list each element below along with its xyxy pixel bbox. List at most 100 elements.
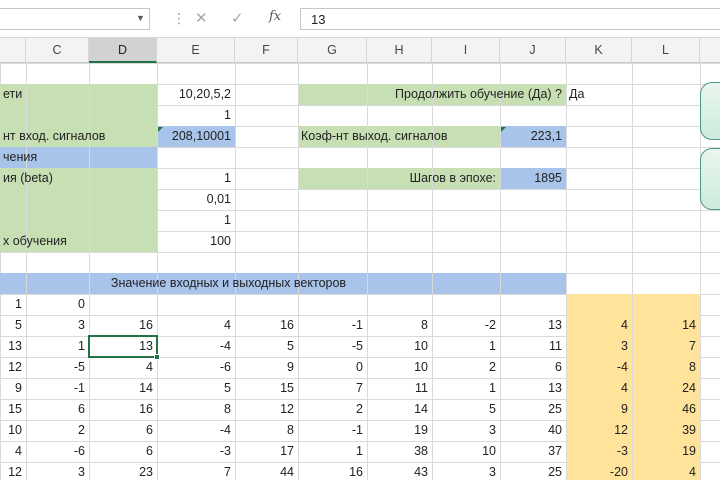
table-cell[interactable]: 5 bbox=[157, 378, 235, 399]
column-header-b[interactable] bbox=[0, 38, 26, 63]
table-cell[interactable]: 1 bbox=[0, 294, 26, 315]
table-cell[interactable]: 25 bbox=[500, 399, 566, 420]
table-cell[interactable]: 16 bbox=[89, 315, 157, 336]
param-value-3[interactable]: 208,10001 bbox=[157, 126, 235, 147]
column-header-m[interactable] bbox=[700, 38, 720, 63]
name-box[interactable] bbox=[0, 8, 150, 30]
table-cell[interactable]: 10 bbox=[432, 441, 500, 462]
param-value-1[interactable]: 10,20,5,2 bbox=[157, 84, 235, 105]
table-cell[interactable]: 11 bbox=[500, 336, 566, 357]
table-cell[interactable]: 13 bbox=[500, 315, 566, 336]
table-cell[interactable]: 9 bbox=[235, 357, 298, 378]
table-cell[interactable]: -4 bbox=[157, 420, 235, 441]
table-cell[interactable]: 1 bbox=[26, 336, 89, 357]
table-cell[interactable]: 10 bbox=[0, 420, 26, 441]
table-cell[interactable]: 14 bbox=[89, 378, 157, 399]
column-header-l[interactable]: L bbox=[632, 38, 700, 63]
table-cell[interactable]: 7 bbox=[298, 378, 367, 399]
table-cell[interactable]: 9 bbox=[0, 378, 26, 399]
table-cell[interactable]: 13 bbox=[500, 378, 566, 399]
table-cell[interactable]: 7 bbox=[632, 336, 700, 357]
column-header-i[interactable]: I bbox=[432, 38, 500, 63]
table-cell[interactable]: 10 bbox=[367, 336, 432, 357]
table-cell[interactable]: 8 bbox=[632, 357, 700, 378]
param-value-8[interactable]: 100 bbox=[157, 231, 235, 252]
macro-button-2[interactable] bbox=[700, 148, 720, 210]
table-cell[interactable]: -1 bbox=[298, 420, 367, 441]
table-cell[interactable]: 16 bbox=[298, 462, 367, 480]
selected-cell[interactable] bbox=[88, 335, 158, 358]
table-cell[interactable]: 10 bbox=[367, 357, 432, 378]
table-cell[interactable]: 24 bbox=[632, 378, 700, 399]
table-cell[interactable]: -2 bbox=[432, 315, 500, 336]
table-cell[interactable]: 1 bbox=[432, 378, 500, 399]
table-cell[interactable]: 0 bbox=[298, 357, 367, 378]
worksheet-grid[interactable]: ети 10,20,5,2 1 нт вход. сигналов 208,10… bbox=[0, 63, 720, 480]
table-cell[interactable]: 25 bbox=[500, 462, 566, 480]
param-value-7[interactable]: 1 bbox=[157, 210, 235, 231]
column-header-f[interactable]: F bbox=[235, 38, 298, 63]
table-cell[interactable]: 46 bbox=[632, 399, 700, 420]
table-cell[interactable]: 2 bbox=[298, 399, 367, 420]
column-header-e[interactable]: E bbox=[157, 38, 235, 63]
column-header-d[interactable]: D bbox=[89, 38, 157, 63]
param-value-6[interactable]: 0,01 bbox=[157, 189, 235, 210]
table-cell[interactable]: 15 bbox=[0, 399, 26, 420]
cancel-icon[interactable]: ✕ bbox=[195, 9, 208, 27]
column-header-j[interactable]: J bbox=[500, 38, 566, 63]
table-cell[interactable]: 3 bbox=[432, 420, 500, 441]
steps-value[interactable]: 1895 bbox=[500, 168, 566, 189]
table-cell[interactable]: 1 bbox=[432, 336, 500, 357]
table-cell[interactable]: 44 bbox=[235, 462, 298, 480]
table-cell[interactable]: 5 bbox=[0, 315, 26, 336]
table-cell[interactable]: 37 bbox=[500, 441, 566, 462]
table-cell[interactable]: 6 bbox=[500, 357, 566, 378]
column-header-g[interactable]: G bbox=[298, 38, 367, 63]
table-cell[interactable]: 16 bbox=[89, 399, 157, 420]
table-cell[interactable]: -3 bbox=[157, 441, 235, 462]
table-cell[interactable]: 40 bbox=[500, 420, 566, 441]
column-header-c[interactable]: C bbox=[26, 38, 89, 63]
table-cell[interactable]: 19 bbox=[632, 441, 700, 462]
table-cell[interactable]: 38 bbox=[367, 441, 432, 462]
table-cell[interactable]: 12 bbox=[0, 357, 26, 378]
table-cell[interactable]: 19 bbox=[367, 420, 432, 441]
table-cell[interactable]: 12 bbox=[0, 462, 26, 480]
table-cell[interactable]: 3 bbox=[26, 462, 89, 480]
table-cell[interactable]: 12 bbox=[566, 420, 632, 441]
fill-handle[interactable] bbox=[154, 354, 160, 360]
table-cell[interactable]: 5 bbox=[432, 399, 500, 420]
table-cell[interactable]: -1 bbox=[26, 378, 89, 399]
table-cell[interactable]: 11 bbox=[367, 378, 432, 399]
table-cell[interactable]: 4 bbox=[157, 315, 235, 336]
table-cell[interactable]: 4 bbox=[566, 378, 632, 399]
table-cell[interactable]: 1 bbox=[298, 441, 367, 462]
table-cell[interactable]: 4 bbox=[89, 357, 157, 378]
table-cell[interactable]: -4 bbox=[157, 336, 235, 357]
table-cell[interactable]: 6 bbox=[89, 420, 157, 441]
out-coef-value[interactable]: 223,1 bbox=[500, 126, 566, 147]
table-cell[interactable]: 5 bbox=[235, 336, 298, 357]
table-cell[interactable]: -5 bbox=[298, 336, 367, 357]
table-cell[interactable]: 13 bbox=[0, 336, 26, 357]
table-cell[interactable]: 23 bbox=[89, 462, 157, 480]
table-cell[interactable]: 3 bbox=[432, 462, 500, 480]
table-cell[interactable]: 6 bbox=[89, 441, 157, 462]
table-cell[interactable]: 8 bbox=[367, 315, 432, 336]
table-cell[interactable]: 2 bbox=[432, 357, 500, 378]
param-value-2[interactable]: 1 bbox=[157, 105, 235, 126]
param-value-5[interactable]: 1 bbox=[157, 168, 235, 189]
table-cell[interactable]: 3 bbox=[566, 336, 632, 357]
insert-function-icon[interactable]: fx bbox=[269, 9, 281, 24]
table-cell[interactable]: -20 bbox=[566, 462, 632, 480]
continue-value[interactable]: Да bbox=[566, 84, 632, 105]
table-cell[interactable]: -3 bbox=[566, 441, 632, 462]
table-cell[interactable]: 14 bbox=[632, 315, 700, 336]
table-cell[interactable]: 4 bbox=[632, 462, 700, 480]
formula-input[interactable]: 13 bbox=[300, 8, 720, 30]
table-cell[interactable]: -5 bbox=[26, 357, 89, 378]
table-cell[interactable]: -4 bbox=[566, 357, 632, 378]
enter-icon[interactable]: ✓ bbox=[231, 9, 244, 27]
table-cell[interactable]: -6 bbox=[26, 441, 89, 462]
table-cell[interactable]: 15 bbox=[235, 378, 298, 399]
